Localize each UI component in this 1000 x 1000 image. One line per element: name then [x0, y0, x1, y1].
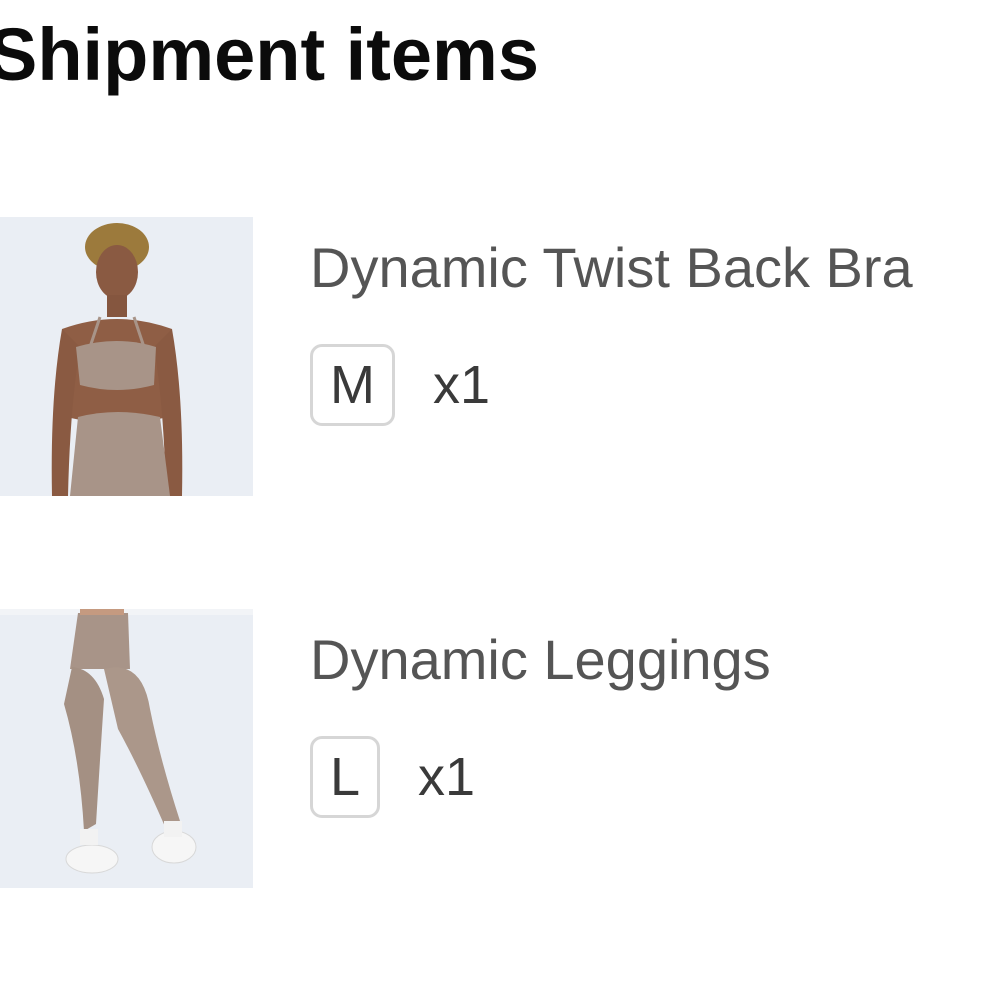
leggings-photo-illustration	[0, 609, 253, 888]
size-badge: L	[310, 736, 381, 818]
item-meta: L x1	[310, 736, 475, 818]
page-title: Shipment items	[0, 13, 539, 96]
product-name[interactable]: Dynamic Leggings	[310, 627, 771, 692]
quantity-label: x1	[418, 747, 476, 807]
bra-photo-illustration	[0, 217, 253, 496]
quantity-label: x1	[432, 355, 491, 415]
item-meta: M x1	[310, 344, 490, 426]
product-name[interactable]: Dynamic Twist Back Bra	[310, 235, 913, 300]
size-badge: M	[310, 344, 395, 426]
product-image[interactable]	[0, 217, 253, 496]
product-image[interactable]	[0, 609, 253, 888]
shipment-items-page: Shipment items Dynamic Twist Back Bra M …	[0, 0, 1000, 1000]
